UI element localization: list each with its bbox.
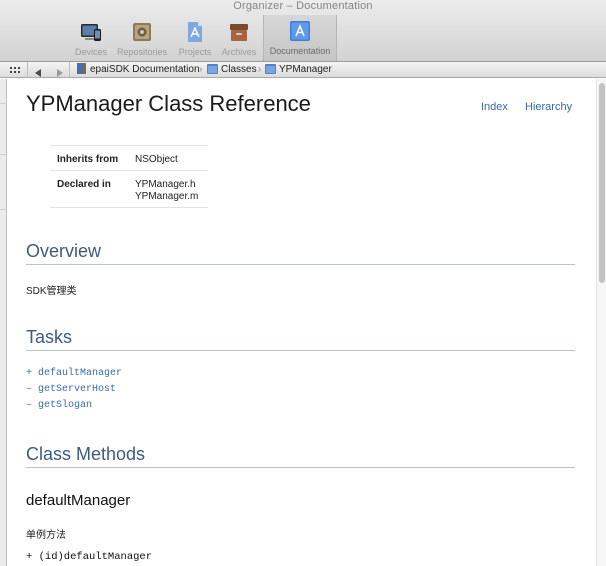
toolbar-archives-button[interactable]: Archives	[214, 16, 264, 60]
breadcrumb-label: YPManager	[279, 64, 332, 75]
method-description: 单例方法	[26, 530, 66, 541]
archives-icon	[227, 20, 251, 44]
documentation-icon	[288, 19, 312, 43]
grid-icon[interactable]	[10, 65, 20, 75]
folder-icon	[207, 63, 218, 74]
window-title: Organizer – Documentation	[233, 0, 373, 12]
toolbar-label: Documentation	[269, 46, 331, 56]
page-title: YPManager Class Reference	[26, 91, 311, 116]
toolbar-devices-button[interactable]: Devices	[66, 16, 116, 60]
toolbar-label: Archives	[221, 47, 257, 57]
breadcrumb-label: epaiSDK Documentation	[90, 64, 200, 75]
declared-file: YPManager.m	[135, 191, 199, 202]
declared-row: Declared in YPManager.h YPManager.m	[50, 170, 208, 208]
hierarchy-link[interactable]: Hierarchy	[525, 101, 572, 113]
task-link[interactable]: – getServerHost	[26, 384, 116, 395]
section-rule	[26, 264, 575, 265]
scrollbar-thumb[interactable]	[599, 83, 605, 283]
docset-icon	[76, 63, 87, 74]
index-link[interactable]: Index	[481, 101, 508, 113]
jump-bar: epaiSDK Documentation › Classes › YPMana…	[0, 62, 606, 78]
section-rule	[26, 350, 575, 351]
declared-values: YPManager.h YPManager.m	[135, 179, 198, 203]
repositories-icon	[130, 20, 154, 44]
section-rule	[26, 467, 575, 468]
inherits-label: Inherits from	[57, 154, 119, 165]
declared-file: YPManager.h	[135, 179, 196, 190]
page-icon	[265, 63, 276, 74]
breadcrumb-label: Classes	[221, 64, 257, 75]
overview-heading: Overview	[26, 241, 102, 261]
task-link[interactable]: – getSlogan	[26, 400, 92, 411]
method-declaration: + (id)defaultManager	[26, 551, 153, 563]
inherits-value: NSObject	[135, 154, 178, 165]
breadcrumb-separator-icon: ›	[199, 64, 203, 75]
class-methods-heading: Class Methods	[26, 444, 146, 464]
organizer-window: Organizer – Documentation Devices Reposi…	[0, 0, 606, 566]
inherits-row: Inherits from NSObject	[50, 145, 208, 170]
overview-text: SDK管理类	[26, 286, 77, 297]
forward-arrow-icon[interactable]	[56, 66, 63, 77]
back-arrow-icon[interactable]	[35, 66, 42, 77]
sidebar-edge	[0, 79, 7, 566]
documentation-content: YPManager Class Reference Index Hierarch…	[8, 79, 596, 566]
class-info-table: Inherits from NSObject Declared in YPMan…	[50, 145, 208, 208]
breadcrumb-ypmanager[interactable]: YPManager	[265, 62, 332, 78]
devices-icon	[79, 20, 103, 44]
toolbar: Organizer – Documentation Devices Reposi…	[0, 0, 606, 62]
projects-icon	[183, 20, 207, 44]
toolbar-documentation-button[interactable]: Documentation	[263, 15, 337, 61]
breadcrumb-docset[interactable]: epaiSDK Documentation	[76, 62, 200, 78]
toolbar-repositories-button[interactable]: Repositories	[117, 16, 167, 60]
divider	[27, 62, 28, 78]
breadcrumb-classes[interactable]: Classes	[207, 62, 257, 78]
task-link[interactable]: + defaultManager	[26, 368, 122, 379]
method-name: defaultManager	[26, 492, 131, 509]
declared-label: Declared in	[57, 179, 111, 190]
breadcrumb-separator-icon: ›	[258, 64, 262, 75]
vertical-scrollbar[interactable]	[596, 79, 606, 566]
tasks-heading: Tasks	[26, 327, 73, 347]
divider	[69, 62, 70, 78]
